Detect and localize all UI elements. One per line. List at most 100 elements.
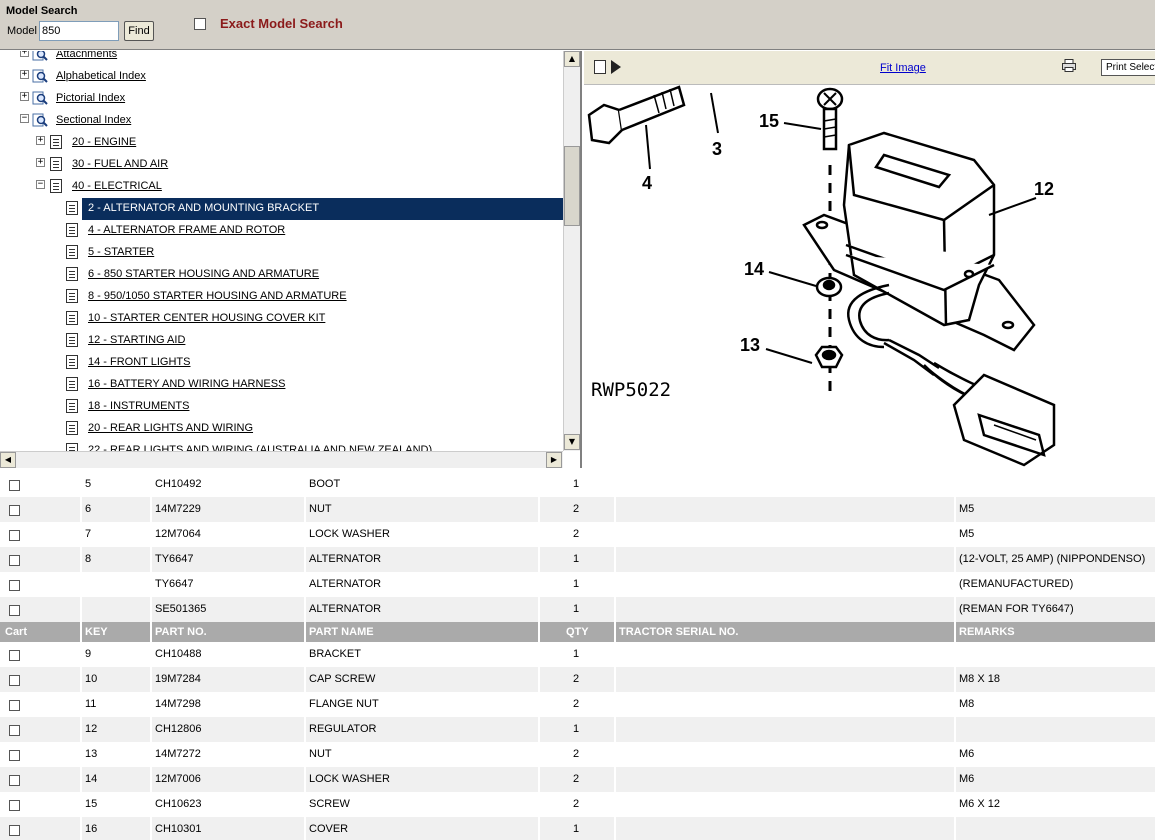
find-button[interactable]: Find: [124, 21, 154, 41]
cart-checkbox[interactable]: [9, 580, 20, 591]
tree-horizontal-scrollbar[interactable]: ◀ ▶: [0, 451, 563, 468]
expand-icon[interactable]: +: [36, 136, 45, 145]
column-divider: [614, 767, 616, 792]
play-icon[interactable]: [611, 60, 621, 74]
column-divider: [538, 622, 540, 642]
exact-model-checkbox[interactable]: [194, 18, 206, 30]
tree-item-page[interactable]: 16 - BATTERY AND WIRING HARNESS: [0, 374, 563, 396]
callout-15: 15: [759, 111, 779, 131]
expand-icon[interactable]: +: [36, 158, 45, 167]
tree-item-index[interactable]: − Sectional Index: [0, 110, 563, 132]
column-divider: [614, 692, 616, 717]
tree-item-page[interactable]: 20 - REAR LIGHTS AND WIRING: [0, 418, 563, 440]
document-icon: [66, 443, 78, 451]
tree-item-page[interactable]: 5 - STARTER: [0, 242, 563, 264]
tree-item-label: 14 - FRONT LIGHTS: [88, 356, 191, 368]
column-divider: [614, 622, 616, 642]
scroll-left-arrow[interactable]: ◀: [0, 452, 16, 468]
print-select-dropdown[interactable]: Print Select: [1101, 59, 1155, 76]
header-serial[interactable]: TRACTOR SERIAL NO.: [619, 626, 738, 638]
header-cart[interactable]: Cart: [5, 626, 27, 638]
collapse-icon[interactable]: −: [20, 114, 29, 123]
part-number-cell: 19M7284: [155, 673, 201, 685]
cart-checkbox[interactable]: [9, 800, 20, 811]
tree-item-section[interactable]: − 40 - ELECTRICAL: [0, 176, 563, 198]
column-divider: [538, 497, 540, 522]
header-remarks[interactable]: REMARKS: [959, 626, 1015, 638]
document-icon: [66, 201, 78, 215]
qty-cell: 2: [573, 798, 580, 810]
key-cell: 12: [85, 723, 98, 735]
cart-checkbox[interactable]: [9, 505, 20, 516]
qty-cell: 2: [573, 748, 580, 760]
collapse-icon[interactable]: −: [36, 180, 45, 189]
scroll-right-arrow[interactable]: ▶: [546, 452, 562, 468]
column-divider: [614, 522, 616, 547]
column-divider: [614, 547, 616, 572]
cart-checkbox[interactable]: [9, 650, 20, 661]
column-divider: [150, 667, 152, 692]
column-divider: [304, 767, 306, 792]
tree-item-page[interactable]: 4 - ALTERNATOR FRAME AND ROTOR: [0, 220, 563, 242]
part-number-cell: TY6647: [155, 578, 194, 590]
column-divider: [954, 472, 956, 497]
tree-item-page[interactable]: 10 - STARTER CENTER HOUSING COVER KIT: [0, 308, 563, 330]
tree-item-page[interactable]: 12 - STARTING AID: [0, 330, 563, 352]
model-input[interactable]: [39, 21, 119, 41]
column-divider: [538, 642, 540, 667]
tree-item-section[interactable]: +30 - FUEL AND AIR: [0, 154, 563, 176]
table-row: TY6647 ALTERNATOR 1 (REMANUFACTURED): [0, 572, 1155, 597]
cart-checkbox[interactable]: [9, 675, 20, 686]
tree-item-label: 10 - STARTER CENTER HOUSING COVER KIT: [88, 312, 326, 324]
expand-icon[interactable]: +: [20, 51, 29, 57]
header-part-name[interactable]: PART NAME: [309, 626, 374, 638]
cart-checkbox[interactable]: [9, 530, 20, 541]
part-name-cell: FLANGE NUT: [309, 698, 379, 710]
cart-checkbox[interactable]: [9, 605, 20, 616]
tree-vertical-scrollbar[interactable]: ▲ ▼: [563, 51, 580, 451]
cart-checkbox[interactable]: [9, 555, 20, 566]
expand-icon[interactable]: +: [20, 70, 29, 79]
expand-icon[interactable]: +: [20, 92, 29, 101]
key-cell: 8: [85, 553, 92, 565]
table-row: 5 CH10492 BOOT 1: [0, 472, 1155, 497]
column-divider: [80, 597, 82, 622]
tree-item-page[interactable]: 14 - FRONT LIGHTS: [0, 352, 563, 374]
tree-item-label: Attachments: [56, 51, 118, 60]
scroll-thumb[interactable]: [564, 146, 580, 226]
fit-image-link[interactable]: Fit Image: [880, 62, 926, 74]
tree-item-page[interactable]: 18 - INSTRUMENTS: [0, 396, 563, 418]
tree-item-index[interactable]: + Alphabetical Index: [0, 66, 563, 88]
cart-checkbox[interactable]: [9, 700, 20, 711]
tree-item-page[interactable]: 22 - REAR LIGHTS AND WIRING (AUSTRALIA A…: [0, 440, 563, 451]
key-cell: 11: [85, 698, 97, 710]
image-panel: Fit Image Print Select 4 3 15 12 14 13 R…: [584, 51, 1155, 468]
tree-item-index[interactable]: + Pictorial Index: [0, 88, 563, 110]
tree-item-label: 40 - ELECTRICAL: [72, 180, 162, 192]
document-icon[interactable]: [594, 60, 606, 74]
tree-item-page[interactable]: 8 - 950/1050 STARTER HOUSING AND ARMATUR…: [0, 286, 563, 308]
cart-checkbox[interactable]: [9, 825, 20, 836]
cart-checkbox[interactable]: [9, 775, 20, 786]
scroll-up-arrow[interactable]: ▲: [564, 51, 580, 67]
column-divider: [954, 817, 956, 840]
part-number-cell: TY6647: [155, 553, 194, 565]
cart-checkbox[interactable]: [9, 750, 20, 761]
tree-item-section[interactable]: +20 - ENGINE: [0, 132, 563, 154]
part-number-cell: CH10623: [155, 798, 202, 810]
header-qty[interactable]: QTY: [566, 626, 589, 638]
tree-item-index[interactable]: + Attachments: [0, 51, 563, 66]
scroll-down-arrow[interactable]: ▼: [564, 434, 580, 450]
header-key[interactable]: KEY: [85, 626, 108, 638]
search-index-icon: [32, 51, 48, 62]
header-part-no[interactable]: PART NO.: [155, 626, 207, 638]
part-name-cell: ALTERNATOR: [309, 603, 382, 615]
document-icon: [66, 267, 78, 281]
tree-item-page[interactable]: 6 - 850 STARTER HOUSING AND ARMATURE: [0, 264, 563, 286]
cart-checkbox[interactable]: [9, 725, 20, 736]
document-icon: [66, 355, 78, 369]
tree-item-page[interactable]: 2 - ALTERNATOR AND MOUNTING BRACKET: [66, 198, 563, 220]
printer-icon[interactable]: [1062, 59, 1076, 72]
cart-checkbox[interactable]: [9, 480, 20, 491]
table-header: Cart KEY PART NO. PART NAME QTY TRACTOR SERIA…: [0, 622, 1155, 642]
